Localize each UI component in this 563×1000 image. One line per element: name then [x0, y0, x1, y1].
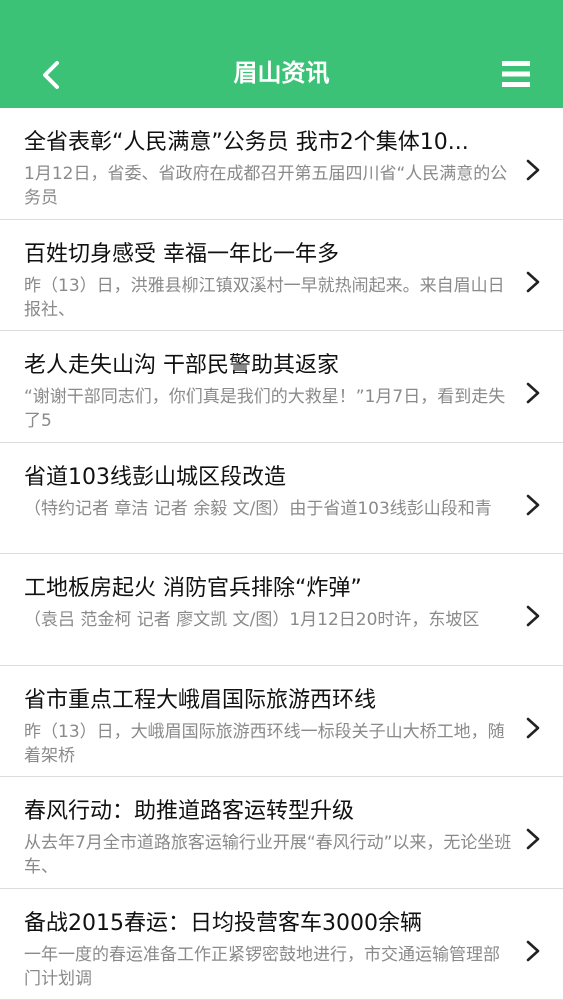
chevron-right-icon — [525, 604, 541, 628]
news-title: 省市重点工程大峨眉国际旅游西环线 — [24, 687, 377, 713]
news-list-item[interactable]: 省市重点工程大峨眉国际旅游西环线 昨（13）日，大峨眉国际旅游西环线一标段关子山… — [0, 666, 563, 777]
news-summary: 昨（13）日，大峨眉国际旅游西环线一标段关子山大桥工地，随着架桥 — [24, 721, 505, 766]
news-list-item[interactable]: 春风行动：助推道路客运转型升级 从去年7月全市道路旅客运输行业开展“春风行动”以… — [0, 777, 563, 889]
news-list: 全省表彰“人民满意”公务员 我市2个集体10... 1月12日，省委、省政府在成… — [0, 108, 563, 1000]
chevron-right-icon — [525, 939, 541, 963]
news-list-item[interactable]: 备战2015春运：日均投营客车3000余辆 一年一度的春运准备工作正紧锣密鼓地进… — [0, 889, 563, 1000]
header-bar: 眉山资讯 — [0, 0, 563, 108]
news-list-item[interactable]: 老人走失山沟 干部民警助其返家 “谢谢干部同志们，你们真是我们的大救星！”1月7… — [0, 331, 563, 443]
news-summary: 昨（13）日，洪雅县柳江镇双溪村一早就热闹起来。来自眉山日报社、 — [24, 275, 505, 320]
news-list-item[interactable]: 工地板房起火 消防官兵排除“炸弹” （袁吕 范金柯 记者 廖文凯 文/图）1月1… — [0, 554, 563, 666]
news-title: 备战2015春运：日均投营客车3000余辆 — [24, 910, 422, 936]
chevron-right-icon — [525, 381, 541, 405]
news-list-item[interactable]: 省道103线彭山城区段改造 （特约记者 章洁 记者 余毅 文/图）由于省道103… — [0, 443, 563, 554]
news-summary: 从去年7月全市道路旅客运输行业开展“春风行动”以来，无论坐班车、 — [24, 833, 512, 877]
app-screen: 眉山资讯 全省表彰“人民满意”公务员 我市2个集体10... 1月12日，省委、… — [0, 0, 563, 1000]
news-title: 省道103线彭山城区段改造 — [24, 464, 286, 490]
news-title: 全省表彰“人民满意”公务员 我市2个集体10... — [24, 130, 469, 155]
menu-button[interactable] — [494, 52, 538, 96]
news-summary: （特约记者 章洁 记者 余毅 文/图）由于省道103线彭山段和青 — [24, 498, 492, 519]
news-list-item[interactable]: 全省表彰“人民满意”公务员 我市2个集体10... 1月12日，省委、省政府在成… — [0, 108, 563, 220]
chevron-right-icon — [525, 158, 541, 182]
news-title: 工地板房起火 消防官兵排除“炸弹” — [24, 576, 362, 601]
news-summary: （袁吕 范金柯 记者 廖文凯 文/图）1月12日20时许，东坡区 — [24, 610, 480, 630]
news-title: 春风行动：助推道路客运转型升级 — [24, 799, 355, 824]
news-title: 老人走失山沟 干部民警助其返家 — [24, 353, 339, 378]
page-title: 眉山资讯 — [233, 59, 330, 87]
news-summary: “谢谢干部同志们，你们真是我们的大救星！”1月7日，看到走失了5 — [24, 387, 506, 431]
chevron-right-icon — [525, 270, 541, 294]
news-summary: 一年一度的春运准备工作正紧锣密鼓地进行，市交通运输管理部门计划调 — [24, 944, 500, 989]
chevron-right-icon — [525, 827, 541, 851]
news-list-item[interactable]: 百姓切身感受 幸福一年比一年多 昨（13）日，洪雅县柳江镇双溪村一早就热闹起来。… — [0, 220, 563, 331]
hamburger-menu-icon — [502, 61, 530, 87]
chevron-right-icon — [525, 716, 541, 740]
chevron-right-icon — [525, 493, 541, 517]
news-summary: 1月12日，省委、省政府在成都召开第五届四川省“人民满意的公务员 — [24, 164, 508, 208]
news-title: 百姓切身感受 幸福一年比一年多 — [24, 241, 339, 267]
